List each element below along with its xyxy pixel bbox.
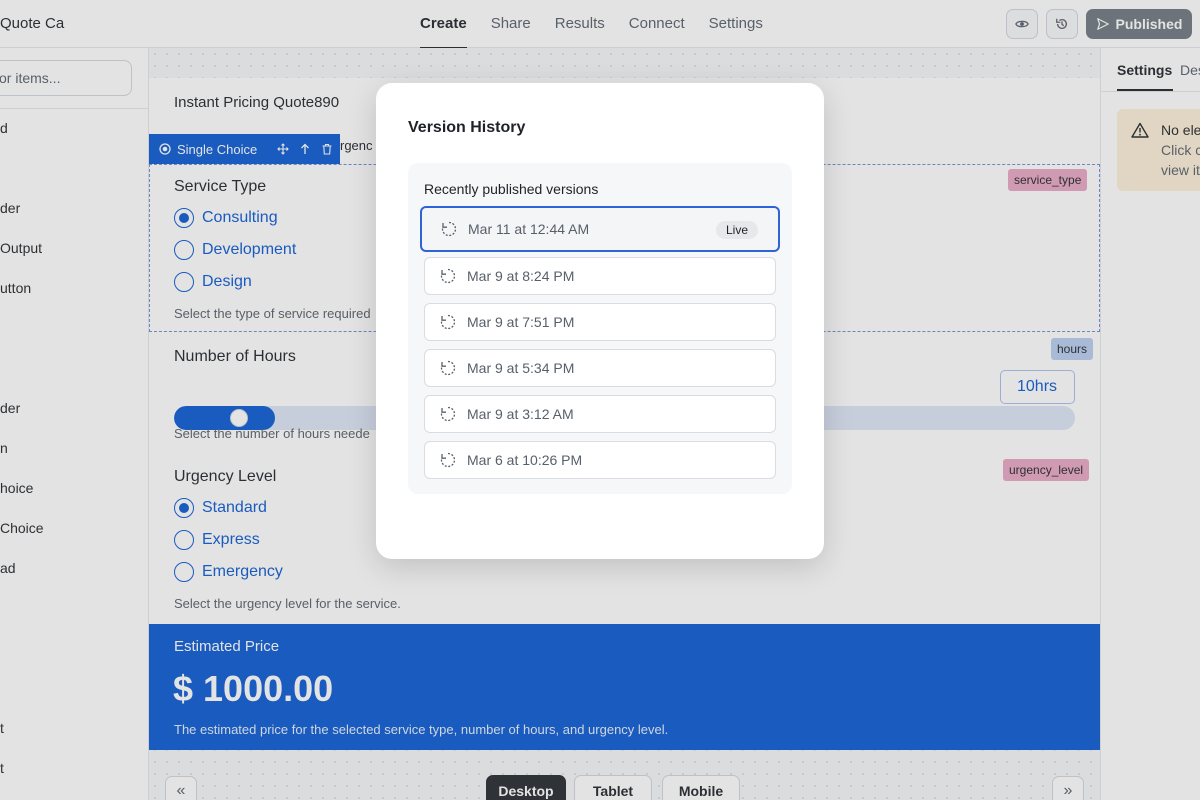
version-row[interactable]: Mar 9 at 7:51 PM <box>424 303 776 341</box>
restore-icon <box>440 406 456 422</box>
version-label: Mar 6 at 10:26 PM <box>467 452 583 468</box>
restore-icon <box>440 452 456 468</box>
restore-icon <box>440 314 456 330</box>
restore-icon <box>440 360 456 376</box>
version-label: Mar 9 at 7:51 PM <box>467 314 575 330</box>
versions-heading: Recently published versions <box>424 181 599 197</box>
modal-title: Version History <box>408 119 526 136</box>
version-row[interactable]: Mar 6 at 10:26 PM <box>424 441 776 479</box>
versions-panel: Recently published versions Mar 11 at 12… <box>408 163 792 494</box>
restore-icon <box>441 221 457 237</box>
restore-icon <box>440 268 456 284</box>
version-row[interactable]: Mar 9 at 8:24 PM <box>424 257 776 295</box>
version-label: Mar 9 at 5:34 PM <box>467 360 575 376</box>
version-label: Mar 9 at 3:12 AM <box>467 406 574 422</box>
live-badge: Live <box>715 221 758 239</box>
version-row-selected[interactable]: Mar 11 at 12:44 AM Live <box>420 206 780 252</box>
version-row[interactable]: Mar 9 at 5:34 PM <box>424 349 776 387</box>
version-history-modal: Version History Recently published versi… <box>376 83 824 559</box>
version-row[interactable]: Mar 9 at 3:12 AM <box>424 395 776 433</box>
version-label: Mar 9 at 8:24 PM <box>467 268 575 284</box>
version-label: Mar 11 at 12:44 AM <box>468 221 590 237</box>
